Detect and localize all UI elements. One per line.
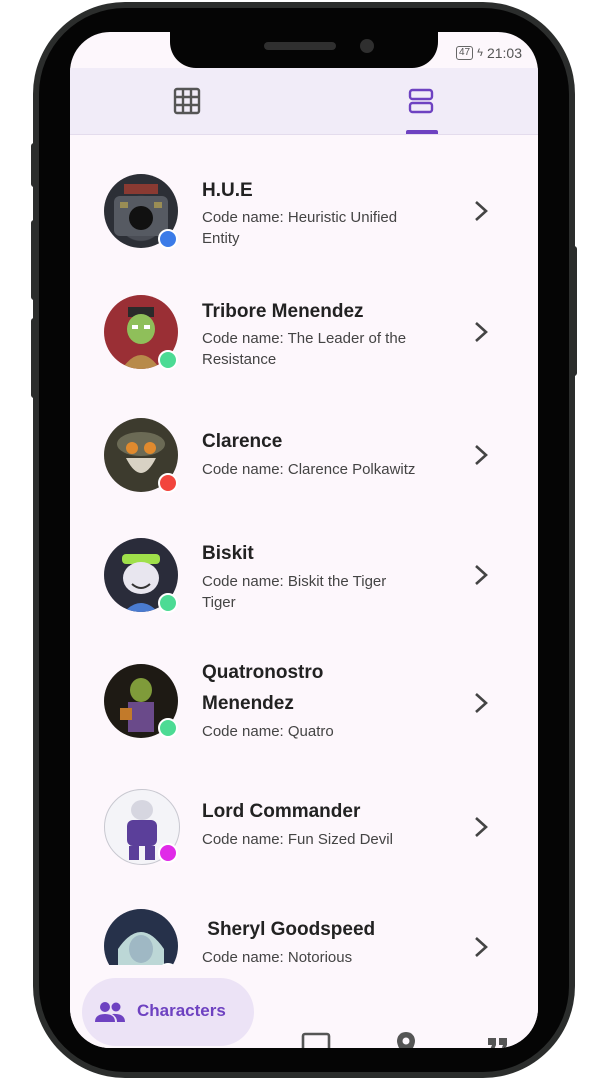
character-code-line-1: Code name: Notorious: [202, 949, 353, 965]
view-tab-bar: [70, 68, 538, 135]
tv-icon[interactable]: [301, 1032, 331, 1048]
character-name: Tribore Menendez: [202, 301, 364, 322]
chevron-right-icon[interactable]: [468, 815, 492, 839]
phone-side-button-1: [31, 143, 39, 187]
character-name: Clarence: [202, 431, 283, 452]
character-name: Biskit: [202, 543, 254, 564]
chevron-right-icon[interactable]: [468, 320, 492, 344]
character-row-quatronostro[interactable]: Quatronostro Menendez Code name: Quatro: [70, 619, 538, 743]
character-row-biskit[interactable]: Biskit Code name: Biskit the Tiger Tiger: [70, 497, 538, 619]
character-row-lord-commander[interactable]: Lord Commander Code name: Fun Sized Devi…: [70, 743, 538, 867]
status-time: 21:03: [486, 45, 522, 61]
grid-icon: [173, 87, 201, 115]
character-code-line-1: Code name: Heuristic Unified: [202, 209, 398, 226]
chevron-right-icon[interactable]: [468, 935, 492, 959]
status-bar: 47 ϟ 21:03: [456, 45, 522, 61]
nav-characters-label: Characters: [137, 1001, 226, 1020]
character-code-line-1: Code name: Biskit the Tiger: [202, 573, 387, 590]
notch: [170, 32, 438, 68]
app-screen: 47 ϟ 21:03 H.U.E Code name: Heuristic Un…: [70, 32, 538, 1048]
character-code-line-1: Code name: The Leader of the: [202, 330, 407, 347]
character-code-line-1: Code name: Fun Sized Devil: [202, 831, 393, 848]
status-dot: [158, 473, 178, 493]
phone-side-button-3: [31, 318, 39, 398]
character-list[interactable]: H.U.E Code name: Heuristic Unified Entit…: [70, 135, 538, 965]
status-dot: [158, 350, 178, 370]
status-dot: [158, 229, 178, 249]
character-row-clarence[interactable]: Clarence Code name: Clarence Polkawitz: [70, 377, 538, 497]
status-dot: [158, 593, 178, 613]
bottom-navigation: Characters: [70, 966, 538, 1048]
character-name: Sheryl Goodspeed: [202, 919, 376, 940]
sheryl-face: [118, 932, 164, 965]
charging-icon: ϟ: [477, 47, 483, 59]
chevron-right-icon[interactable]: [468, 199, 492, 223]
chevron-right-icon[interactable]: [468, 443, 492, 467]
character-code-line-2: Resistance: [202, 351, 277, 368]
character-name: H.U.E: [202, 180, 253, 201]
character-name-line-1: Quatronostro: [202, 662, 324, 683]
location-pin-icon[interactable]: [396, 1031, 416, 1048]
chevron-right-icon[interactable]: [468, 563, 492, 587]
list-view-icon: [408, 88, 434, 114]
character-code-line-1: Code name: Quatro: [202, 723, 334, 740]
status-dot: [158, 718, 178, 738]
front-camera: [360, 39, 374, 53]
tab-list-view[interactable]: [304, 68, 538, 134]
character-row-hue[interactable]: H.U.E Code name: Heuristic Unified Entit…: [70, 135, 538, 257]
character-code-line-1: Code name: Clarence Polkawitz: [202, 461, 416, 478]
status-dot: [158, 843, 178, 863]
battery-indicator: 47: [456, 46, 474, 60]
quote-icon[interactable]: [487, 1037, 509, 1048]
character-code-line-2: Tiger: [202, 594, 236, 611]
nav-characters[interactable]: Characters: [82, 978, 254, 1046]
phone-side-button-2: [31, 220, 39, 300]
character-code-line-2: Entity: [202, 230, 240, 247]
speaker: [264, 42, 336, 50]
phone-power-button: [569, 246, 577, 376]
character-row-tribore[interactable]: Tribore Menendez Code name: The Leader o…: [70, 257, 538, 377]
character-row-sheryl[interactable]: Sheryl Goodspeed Code name: Notorious: [70, 867, 538, 965]
tab-grid-view[interactable]: [70, 68, 304, 134]
characters-icon: [95, 1002, 125, 1022]
character-name-line-2: Menendez: [202, 693, 294, 714]
character-name: Lord Commander: [202, 801, 361, 822]
avatar-sheryl: [104, 909, 178, 965]
chevron-right-icon[interactable]: [468, 691, 492, 715]
tab-indicator: [406, 130, 438, 134]
